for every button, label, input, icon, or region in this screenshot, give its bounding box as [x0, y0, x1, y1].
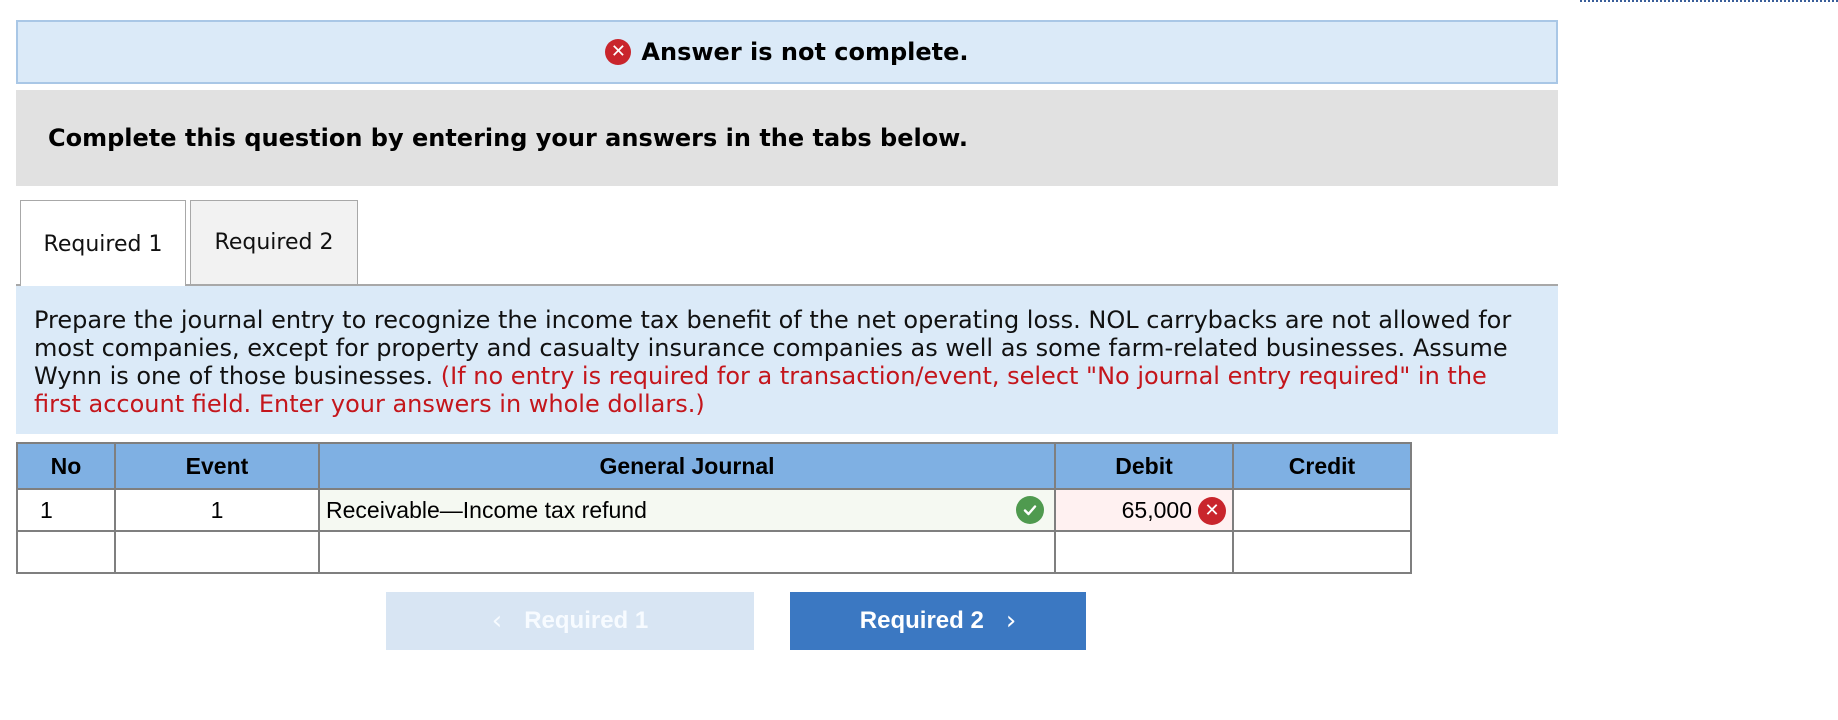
tab-label: Required 1 [43, 232, 163, 257]
next-button-label: Required 2 [859, 607, 984, 634]
answer-status-banner: ✕ Answer is not complete. [16, 20, 1558, 84]
header-event: Event [114, 442, 320, 490]
table-header-row: No Event General Journal Debit Credit [16, 442, 1412, 490]
account-field[interactable] [318, 530, 1056, 574]
question-prompt: Prepare the journal entry to recognize t… [16, 286, 1558, 434]
cell-event [114, 530, 320, 574]
header-no: No [16, 442, 116, 490]
prev-required-1-button[interactable]: ‹ Required 1 [386, 592, 754, 650]
tab-label: Required 2 [214, 230, 334, 255]
tab-required-1[interactable]: Required 1 [20, 200, 186, 288]
credit-field[interactable] [1232, 530, 1412, 574]
top-right-dotted-rule [1580, 0, 1838, 3]
status-text: Answer is not complete. [641, 38, 969, 66]
debit-field[interactable] [1054, 530, 1234, 574]
cell-no: 1 [16, 488, 116, 532]
check-circle-icon [1016, 496, 1044, 524]
debit-field[interactable]: 65,000 ✕ [1054, 488, 1234, 532]
journal-entry-table: No Event General Journal Debit Credit 1 … [16, 442, 1412, 574]
account-value: Receivable—Income tax refund [326, 496, 647, 523]
header-credit: Credit [1232, 442, 1412, 490]
table-row [16, 530, 1412, 574]
x-circle-icon: ✕ [1198, 497, 1226, 525]
next-required-2-button[interactable]: Required 2 › [790, 592, 1086, 650]
instructions-text: Complete this question by entering your … [48, 124, 968, 152]
credit-field[interactable] [1232, 488, 1412, 532]
tab-required-2[interactable]: Required 2 [190, 200, 358, 286]
chevron-right-icon: › [1005, 606, 1017, 636]
prev-button-label: Required 1 [524, 607, 649, 634]
table-row: 1 1 Receivable—Income tax refund 65,000 … [16, 488, 1412, 532]
header-general-journal: General Journal [318, 442, 1056, 490]
header-debit: Debit [1054, 442, 1234, 490]
cell-event: 1 [114, 488, 320, 532]
debit-value: 65,000 [1121, 496, 1192, 523]
cell-no [16, 530, 116, 574]
instructions-bar: Complete this question by entering your … [16, 90, 1558, 186]
account-field[interactable]: Receivable—Income tax refund [318, 488, 1056, 532]
chevron-left-icon: ‹ [491, 606, 503, 636]
x-circle-icon: ✕ [605, 39, 632, 65]
